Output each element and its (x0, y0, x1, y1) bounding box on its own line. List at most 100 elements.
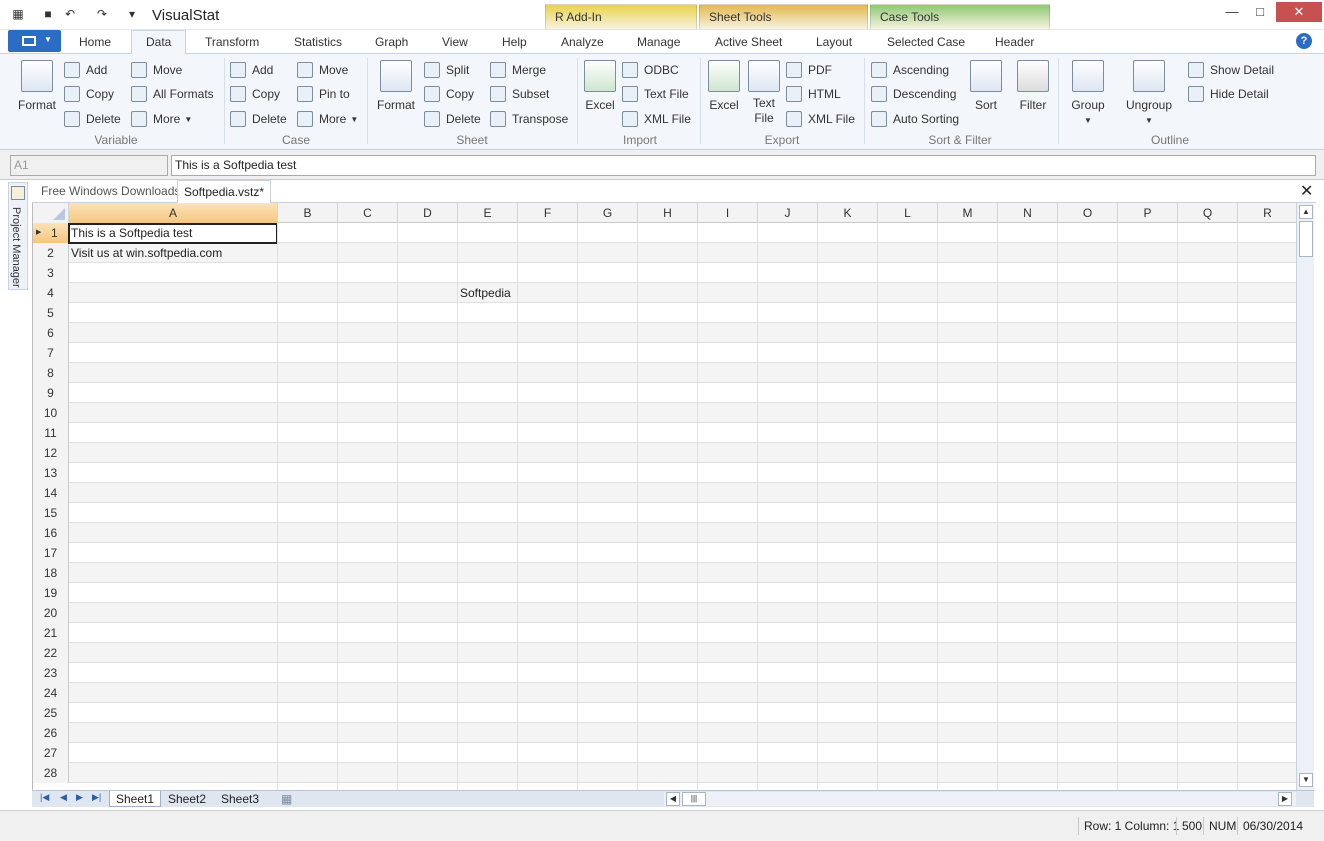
row-header-12[interactable]: 12 (33, 443, 69, 463)
variable-add-button[interactable]: Add (64, 62, 107, 82)
tab-view[interactable]: View (442, 35, 468, 49)
row-header-9[interactable]: 9 (33, 383, 69, 403)
export-excel-button[interactable]: Excel (706, 60, 742, 112)
variable-copy-button[interactable]: Copy (64, 86, 114, 106)
variable-delete-button[interactable]: Delete (64, 111, 121, 131)
next-sheet-icon[interactable]: ▶ (76, 792, 83, 803)
row-header-27[interactable]: 27 (33, 743, 69, 763)
row-header-3[interactable]: 3 (33, 263, 69, 283)
sheet-tab-sheet2[interactable]: Sheet2 (162, 791, 212, 807)
tab-layout[interactable]: Layout (816, 35, 852, 49)
tab-data[interactable]: Data (146, 35, 171, 49)
hide-detail-button[interactable]: Hide Detail (1188, 86, 1269, 106)
column-header-d[interactable]: D (398, 203, 458, 223)
row-header-11[interactable]: 11 (33, 423, 69, 443)
tab-header[interactable]: Header (995, 35, 1034, 49)
row-header-2[interactable]: 2 (33, 243, 69, 263)
case-pin-to-button[interactable]: Pin to (297, 86, 350, 106)
horizontal-scrollbar[interactable]: ◀ ||| ▶ (664, 792, 1296, 806)
filter-button[interactable]: Filter (1012, 60, 1054, 112)
project-manager-panel[interactable]: Project Manager (8, 182, 28, 290)
row-header-17[interactable]: 17 (33, 543, 69, 563)
tab-statistics[interactable]: Statistics (294, 35, 342, 49)
group-button[interactable]: Group ▼ (1066, 60, 1110, 126)
sheet-delete-button[interactable]: Delete (424, 111, 481, 131)
row-header-14[interactable]: 14 (33, 483, 69, 503)
first-sheet-icon[interactable]: |◀ (40, 792, 49, 803)
case-delete-button[interactable]: Delete (230, 111, 287, 131)
tab-active-sheet[interactable]: Active Sheet (715, 35, 782, 49)
context-tab-case-tools[interactable]: Case Tools (870, 4, 1050, 29)
row-header-25[interactable]: 25 (33, 703, 69, 723)
close-document-icon[interactable]: ✕ (1300, 181, 1313, 201)
row-header-15[interactable]: 15 (33, 503, 69, 523)
doc-tab-free-windows-downloads[interactable]: Free Windows Downloads (41, 184, 180, 198)
save-icon[interactable]: ■ (40, 6, 56, 22)
column-header-q[interactable]: Q (1178, 203, 1238, 223)
tab-selected-case[interactable]: Selected Case (887, 35, 965, 49)
redo-icon[interactable]: ↷ (94, 6, 110, 22)
row-header-5[interactable]: 5 (33, 303, 69, 323)
import-xml-file-button[interactable]: XML File (622, 111, 691, 131)
scroll-left-icon[interactable]: ◀ (666, 792, 680, 806)
sheet-format-button[interactable]: Format (372, 60, 420, 112)
add-sheet-icon[interactable]: ▦ (275, 791, 298, 807)
help-icon[interactable]: ? (1296, 33, 1312, 49)
context-tab-sheet-tools[interactable]: Sheet Tools (699, 4, 868, 29)
column-header-b[interactable]: B (278, 203, 338, 223)
last-sheet-icon[interactable]: ▶| (92, 792, 101, 803)
case-add-button[interactable]: Add (230, 62, 273, 82)
case-move-button[interactable]: Move (297, 62, 348, 82)
show-detail-button[interactable]: Show Detail (1188, 62, 1274, 82)
undo-icon[interactable]: ↶ (62, 6, 78, 22)
case-more-button[interactable]: More ▼ (297, 111, 358, 131)
row-header-28[interactable]: 28 (33, 763, 69, 783)
scroll-down-icon[interactable]: ▼ (1299, 773, 1313, 787)
context-tab-r-add-in[interactable]: R Add-In (545, 4, 697, 29)
case-copy-button[interactable]: Copy (230, 86, 280, 106)
column-header-r[interactable]: R (1238, 203, 1296, 223)
tab-graph[interactable]: Graph (375, 35, 408, 49)
column-header-n[interactable]: N (998, 203, 1058, 223)
row-header-16[interactable]: 16 (33, 523, 69, 543)
horizontal-scroll-thumb[interactable]: ||| (682, 792, 706, 806)
sheet-tab-sheet1[interactable]: Sheet1 (109, 791, 162, 807)
tab-transform[interactable]: Transform (205, 35, 259, 49)
export-html-button[interactable]: HTML (786, 86, 841, 106)
variable-all-formats-button[interactable]: All Formats (131, 86, 214, 106)
row-header-20[interactable]: 20 (33, 603, 69, 623)
column-header-g[interactable]: G (578, 203, 638, 223)
variable-format-button[interactable]: Format (12, 60, 62, 112)
column-header-e[interactable]: E (458, 203, 518, 223)
column-header-m[interactable]: M (938, 203, 998, 223)
row-header-13[interactable]: 13 (33, 463, 69, 483)
sheet-split-button[interactable]: Split (424, 62, 469, 82)
export-xml-file-button[interactable]: XML File (786, 111, 855, 131)
row-header-19[interactable]: 19 (33, 583, 69, 603)
column-header-p[interactable]: P (1118, 203, 1178, 223)
row-header-4[interactable]: 4 (33, 283, 69, 303)
column-header-k[interactable]: K (818, 203, 878, 223)
import-odbc-button[interactable]: ODBC (622, 62, 679, 82)
row-header-23[interactable]: 23 (33, 663, 69, 683)
column-header-l[interactable]: L (878, 203, 938, 223)
row-header-21[interactable]: 21 (33, 623, 69, 643)
close-button[interactable]: ✕ (1276, 2, 1322, 22)
column-header-c[interactable]: C (338, 203, 398, 223)
row-header-6[interactable]: 6 (33, 323, 69, 343)
maximize-button[interactable]: □ (1246, 2, 1274, 22)
name-box[interactable]: A1 (10, 155, 168, 176)
sheet-subset-button[interactable]: Subset (490, 86, 549, 106)
minimize-button[interactable]: — (1218, 2, 1246, 22)
export-text-file-button[interactable]: Text File (746, 60, 782, 126)
cell-a2[interactable]: Visit us at win.softpedia.com (69, 243, 224, 263)
column-header-i[interactable]: I (698, 203, 758, 223)
row-header-26[interactable]: 26 (33, 723, 69, 743)
sheet-copy-button[interactable]: Copy (424, 86, 474, 106)
sort-descending-button[interactable]: Descending (871, 86, 956, 106)
scroll-up-icon[interactable]: ▲ (1299, 205, 1313, 219)
tab-manage[interactable]: Manage (637, 35, 680, 49)
row-header-22[interactable]: 22 (33, 643, 69, 663)
column-header-o[interactable]: O (1058, 203, 1118, 223)
sort-ascending-button[interactable]: Ascending (871, 62, 949, 82)
